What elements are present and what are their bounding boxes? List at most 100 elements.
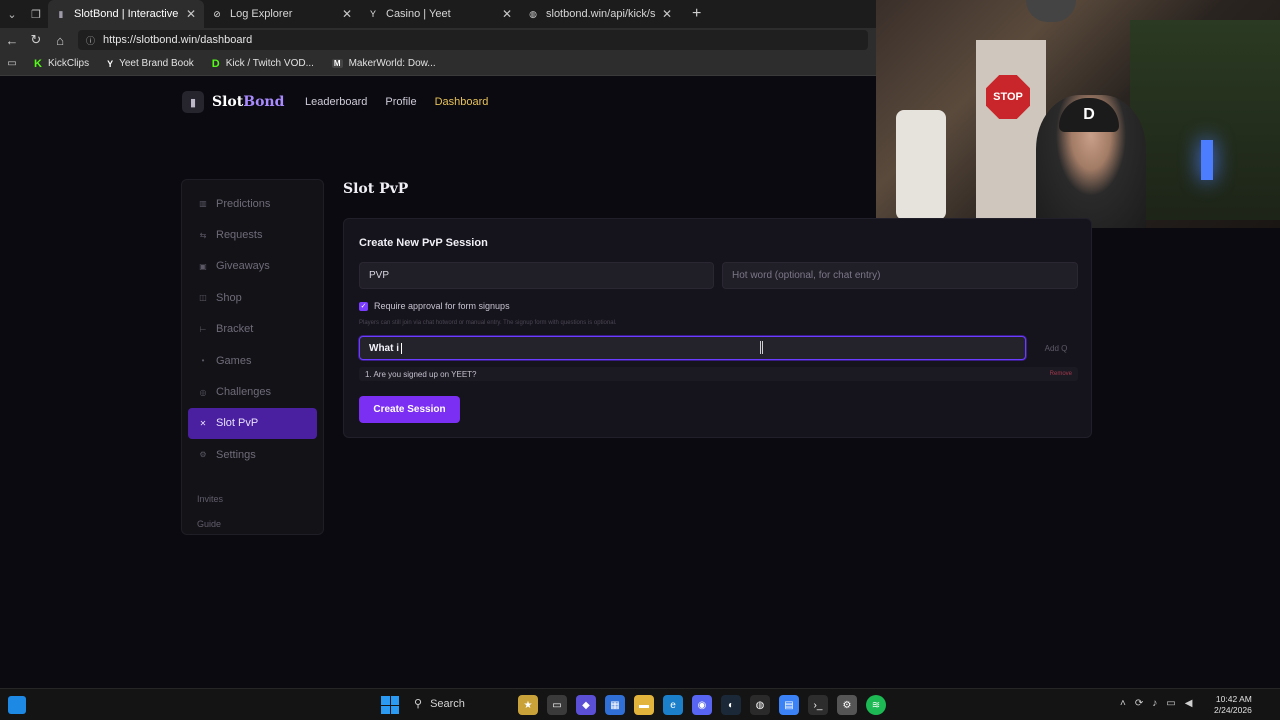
taskbar-clock[interactable]: 10:42 AM 2/24/2026 — [1214, 694, 1252, 716]
globe-icon: ◍ — [529, 8, 537, 19]
terminal-icon[interactable]: ›_ — [808, 695, 828, 715]
sync-icon[interactable]: ⟳ — [1135, 698, 1143, 709]
webcam-overlay: STOP D — [876, 0, 1280, 228]
taskbar-apps: ★ ▭ ◆ ▦ ▬ e ◉ ◐ ◍ ▤ ›_ ⚙ ≋ — [518, 695, 895, 715]
remove-question-button[interactable]: Remove — [1050, 371, 1072, 377]
tab-label: SlotBond | Interactive Slot Streams — [74, 8, 180, 20]
bookmark-kickclips[interactable]: K KickClips — [34, 58, 89, 70]
create-session-button[interactable]: Create Session — [359, 396, 460, 423]
bookmarks-bar: ▭ K KickClips Y Yeet Brand Book D Kick /… — [0, 52, 876, 76]
close-icon[interactable]: ✕ — [662, 7, 672, 21]
workspaces-icon[interactable]: ❐ — [24, 0, 48, 28]
dot-icon: • — [201, 356, 205, 366]
sidebar-item-label: Bracket — [216, 323, 254, 336]
bag-icon: ◫ — [199, 293, 207, 303]
sidebar-item-challenges[interactable]: ◎ Challenges — [188, 376, 317, 407]
panel-title: Create New PvP Session — [359, 237, 488, 249]
bookmark-yeet-brand-book[interactable]: Y Yeet Brand Book — [107, 58, 194, 69]
nav-dashboard[interactable]: Dashboard — [435, 96, 489, 108]
chevron-up-icon[interactable]: ˄ — [1120, 698, 1126, 709]
bookmark-label: KickClips — [47, 58, 90, 69]
new-tab-icon[interactable]: + — [692, 5, 701, 23]
sidebar-item-label: Predictions — [216, 197, 271, 210]
url-input[interactable]: ⓘ https://slotbond.win/dashboard — [78, 30, 868, 50]
require-approval-row: ✓ Require approval for form signups — [359, 301, 510, 311]
copilot-icon[interactable]: ◆ — [576, 695, 596, 715]
require-approval-label[interactable]: Require approval for form signups — [374, 301, 510, 311]
tab-casino-yeet[interactable]: Y Casino | Yeet ✕ — [360, 0, 520, 28]
sidebar-item-bracket[interactable]: ⊢ Bracket — [188, 314, 317, 345]
sidebar-item-giveaways[interactable]: ▣ Giveaways — [188, 251, 317, 282]
sidebar-item-label: Challenges — [216, 386, 272, 399]
settings-gear-icon[interactable]: ⚙ — [837, 695, 857, 715]
start-button-icon[interactable] — [381, 696, 399, 714]
bookmark-kick-twitch-vod[interactable]: D Kick / Twitch VOD... — [212, 58, 314, 70]
target-icon: ◎ — [199, 387, 207, 397]
network-icon[interactable]: ▭ — [1166, 698, 1175, 709]
volume-icon[interactable]: ◀ — [1185, 698, 1193, 709]
store-icon[interactable]: ▦ — [605, 695, 625, 715]
slot-machine-icon: ▮ — [182, 91, 204, 113]
vod-icon: D — [211, 57, 220, 70]
tab-label: slotbond.win/api/kick/subscriptions — [546, 8, 656, 20]
search-highlights-icon[interactable]: ★ — [518, 695, 538, 715]
session-name-input[interactable]: PVP — [359, 262, 714, 289]
discord-icon[interactable]: ◉ — [692, 695, 712, 715]
requests-icon: ⇆ — [199, 230, 207, 240]
create-session-panel: Create New PvP Session PVP Hot word (opt… — [343, 218, 1092, 438]
obs-icon[interactable]: ◍ — [750, 695, 770, 715]
nav-leaderboard[interactable]: Leaderboard — [305, 96, 367, 108]
bookmark-makerworld[interactable]: M MakerWorld: Dow... — [331, 58, 436, 69]
task-view-icon[interactable]: ▭ — [547, 695, 567, 715]
back-arrow-icon[interactable]: ← — [0, 33, 24, 48]
sidebar-item-slot-pvp[interactable]: ✕ Slot PvP — [188, 407, 317, 440]
sidebar-item-shop[interactable]: ◫ Shop — [188, 282, 317, 313]
reload-icon[interactable]: ↻ — [24, 32, 48, 48]
tab-list-chevron-icon[interactable]: ⌄ — [0, 0, 24, 28]
clock-date: 2/24/2026 — [1214, 705, 1252, 715]
slotbond-favicon-icon: ▮ — [58, 8, 64, 19]
page-title: Slot PvP — [343, 181, 409, 197]
bookmark-label: Yeet Brand Book — [119, 58, 194, 69]
taskbar-search[interactable]: ⚲ Search — [414, 697, 465, 711]
steam-icon[interactable]: ◐ — [721, 695, 741, 715]
sidebar-toggle-icon[interactable]: ▭ — [0, 58, 24, 69]
question-input-value: What i — [369, 342, 399, 354]
file-explorer-icon[interactable]: ▬ — [634, 695, 654, 715]
site-info-icon[interactable]: ⓘ — [86, 34, 95, 47]
sidebar-item-label: Requests — [216, 229, 263, 242]
site-logo[interactable]: ▮ SlotBond — [182, 91, 284, 113]
ceiling-lamp — [1026, 0, 1076, 22]
sidebar-item-predictions[interactable]: ▥ Predictions — [188, 188, 317, 219]
close-icon[interactable]: ✕ — [186, 7, 196, 21]
home-icon[interactable]: ⌂ — [48, 33, 72, 48]
notepad-icon[interactable]: ▤ — [779, 695, 799, 715]
sidebar-item-label: Settings — [216, 448, 256, 461]
logo-text: SlotBond — [212, 94, 285, 110]
search-icon: ⚲ — [414, 698, 423, 710]
hot-word-input[interactable]: Hot word (optional, for chat entry) — [722, 262, 1078, 289]
tab-label: Log Explorer — [230, 8, 293, 20]
close-icon[interactable]: ✕ — [342, 7, 352, 21]
spotify-icon[interactable]: ≋ — [866, 695, 886, 715]
tab-api-subscriptions[interactable]: ◍ slotbond.win/api/kick/subscriptions ✕ — [520, 0, 680, 28]
log-explorer-favicon-icon: ⊘ — [213, 8, 221, 19]
tab-slotbond[interactable]: ▮ SlotBond | Interactive Slot Streams ✕ — [48, 0, 204, 28]
dashboard-sidebar: ▥ Predictions ⇆ Requests ▣ Giveaways ◫ S… — [181, 179, 324, 535]
question-input[interactable]: What i — [359, 336, 1026, 360]
sidebar-item-settings[interactable]: ⚙ Settings — [188, 439, 317, 470]
sidebar-item-games[interactable]: • Games — [188, 345, 317, 376]
widgets-icon[interactable] — [8, 696, 26, 714]
require-approval-checkbox[interactable]: ✓ — [359, 301, 368, 311]
close-icon[interactable]: ✕ — [502, 7, 512, 21]
microphone-icon[interactable]: ♪ — [1152, 698, 1157, 709]
sidebar-item-requests[interactable]: ⇆ Requests — [188, 219, 317, 250]
nav-profile[interactable]: Profile — [385, 96, 416, 108]
chair — [896, 110, 946, 220]
yeet-icon: Y — [107, 58, 114, 69]
sidebar-link-invites[interactable]: Invites — [182, 487, 323, 512]
tab-log-explorer[interactable]: ⊘ Log Explorer ✕ — [204, 0, 360, 28]
sidebar-link-guide[interactable]: Guide — [182, 512, 323, 537]
edge-browser-icon[interactable]: e — [663, 695, 683, 715]
add-question-button[interactable]: Add Q — [1034, 336, 1078, 360]
